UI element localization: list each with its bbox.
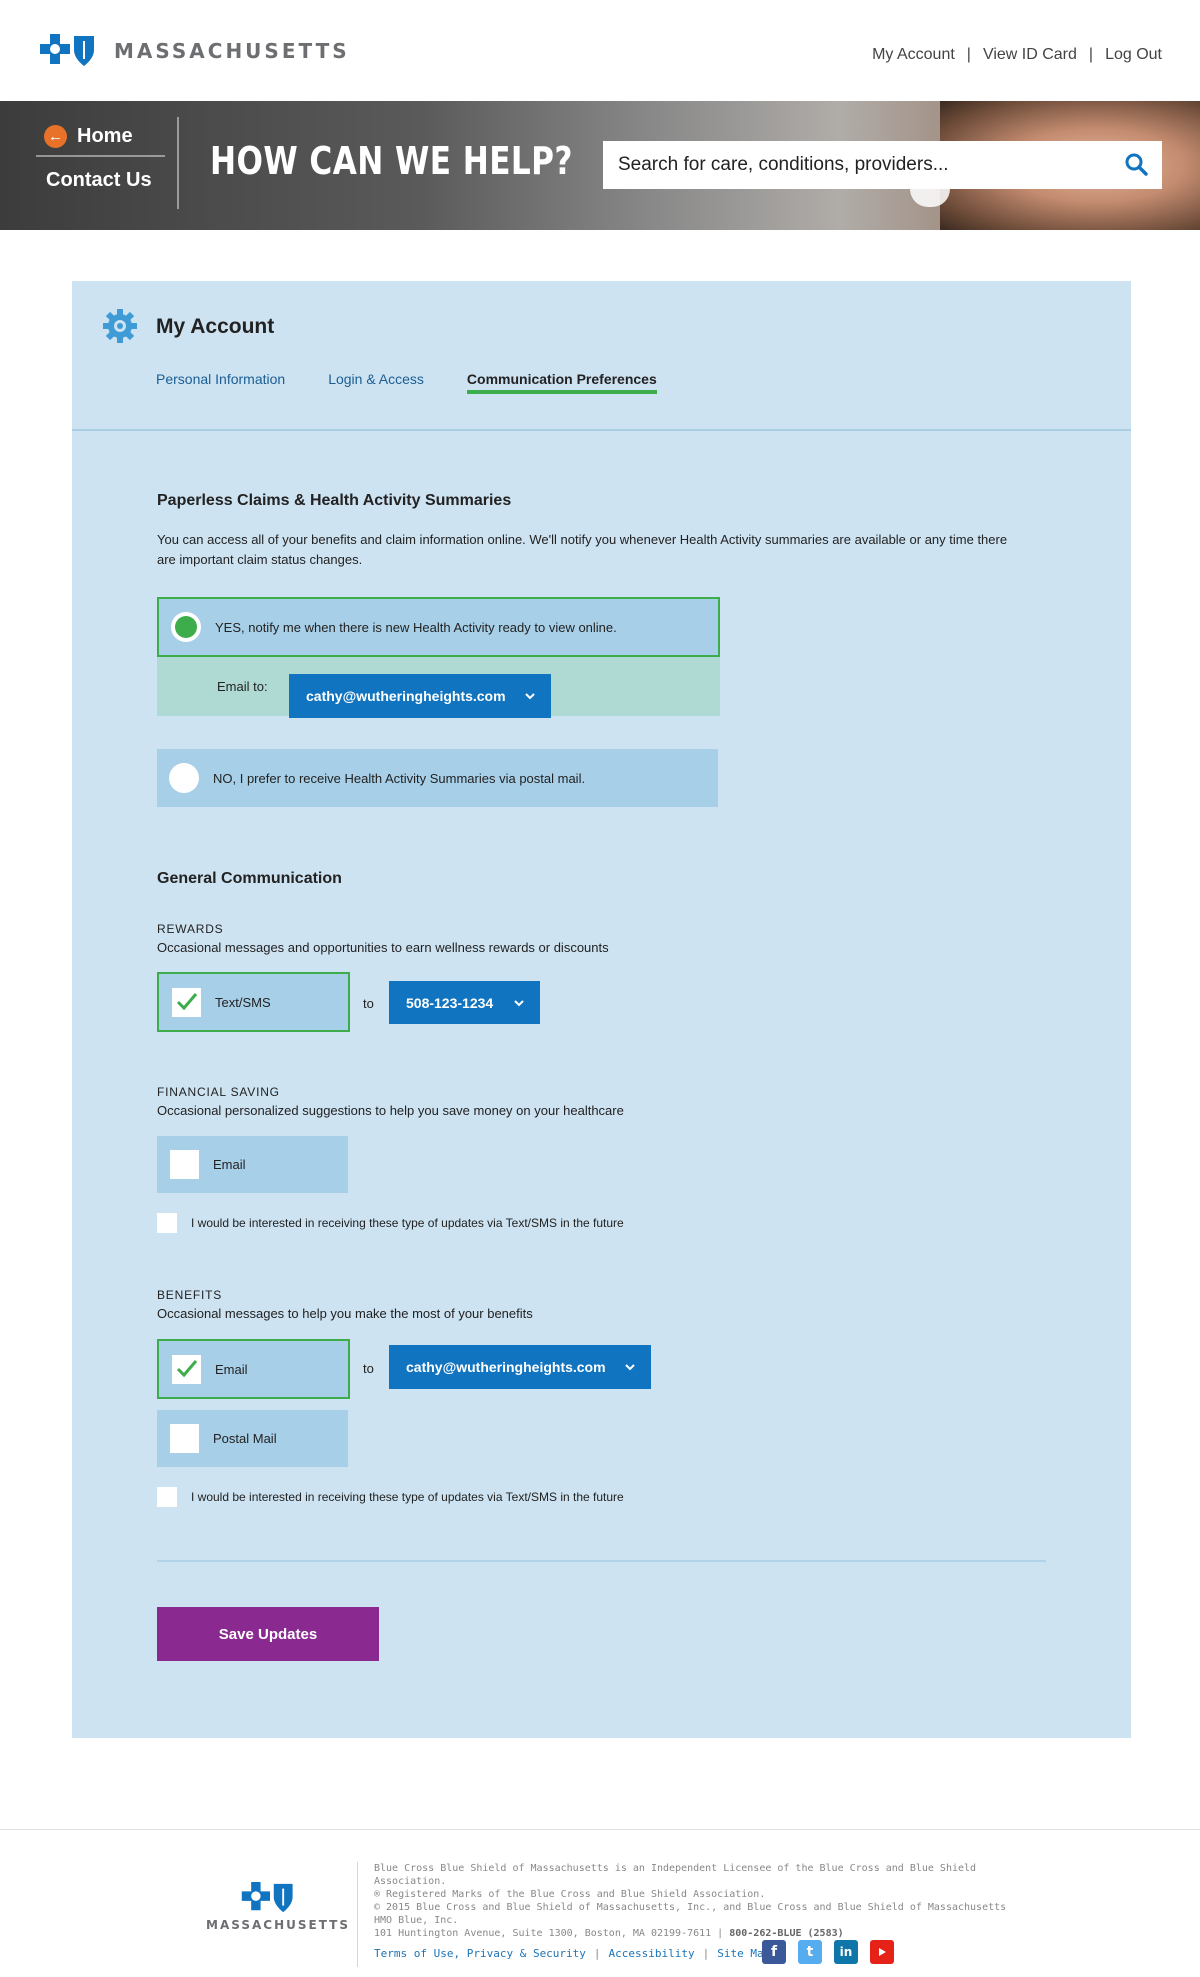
account-header: My Account Personal Information Login & … [72, 281, 1131, 431]
account-tabs: Personal Information Login & Access Comm… [156, 371, 700, 394]
paperless-yes-option[interactable]: YES, notify me when there is new Health … [157, 597, 720, 657]
social-links: f t in [762, 1940, 894, 1964]
chevron-down-icon [525, 693, 535, 700]
paperless-email-value: cathy@wutheringheights.com [306, 688, 506, 704]
footer: MASSACHUSETTS Blue Cross Blue Shield of … [0, 1829, 1200, 1977]
benefits-email-label: Email [215, 1361, 248, 1377]
nav-separator: | [1088, 46, 1094, 63]
nav-separator: | [966, 46, 971, 63]
home-label: Home [77, 124, 133, 147]
legal-line-4: 101 Huntington Avenue, Suite 1300, Bosto… [374, 1927, 1014, 1940]
footer-phone: 800-262-BLUE (2583) [729, 1928, 844, 1939]
account-panel: My Account Personal Information Login & … [72, 281, 1131, 1738]
benefits-email-dropdown[interactable]: cathy@wutheringheights.com [389, 1345, 651, 1389]
rewards-description: Occasional messages and opportunities to… [157, 940, 609, 955]
search-icon[interactable] [1124, 152, 1148, 181]
tab-login-access[interactable]: Login & Access [328, 371, 424, 394]
paperless-yes-label: YES, notify me when there is new Health … [215, 619, 617, 635]
gear-icon [102, 308, 138, 349]
rewards-phone-dropdown[interactable]: 508-123-1234 [389, 981, 540, 1024]
rewards-title: REWARDS [157, 922, 224, 936]
benefits-description: Occasional messages to help you make the… [157, 1306, 533, 1321]
legal-line-1: Blue Cross Blue Shield of Massachusetts … [374, 1863, 977, 1887]
search-input[interactable] [618, 154, 1098, 176]
rewards-sms-option[interactable]: Text/SMS [157, 972, 350, 1032]
legal-line-3: © 2015 Blue Cross and Blue Shield of Mas… [374, 1902, 1007, 1926]
accessibility-link[interactable]: Accessibility [609, 1947, 695, 1960]
bcbs-cross-shield-icon [40, 34, 94, 66]
tab-personal-information[interactable]: Personal Information [156, 371, 285, 394]
radio-selected-dot [175, 616, 197, 638]
footer-links: Terms of Use, Privacy & Security | Accessi… [374, 1947, 770, 1960]
log-out-link[interactable]: Log Out [1105, 46, 1162, 64]
view-id-card-link[interactable]: View ID Card [983, 46, 1077, 64]
financial-sms-interest-label: I would be interested in receiving these… [191, 1216, 624, 1230]
radio-yes[interactable] [171, 612, 201, 642]
checkmark-icon [176, 993, 197, 1011]
home-link[interactable]: ← Home [36, 117, 165, 157]
footer-separator: | [702, 1947, 710, 1960]
top-header: MASSACHUSETTS My Account | View ID Card … [0, 0, 1200, 101]
brand-logo[interactable]: MASSACHUSETTS [40, 34, 350, 68]
youtube-icon[interactable] [870, 1940, 894, 1964]
checkmark-icon [176, 1360, 197, 1378]
benefits-email-value: cathy@wutheringheights.com [406, 1359, 606, 1375]
save-updates-button[interactable]: Save Updates [157, 1607, 379, 1661]
rewards-sms-label: Text/SMS [215, 994, 271, 1010]
legal-address: 101 Huntington Avenue, Suite 1300, Bosto… [374, 1928, 724, 1939]
email-to-label: Email to: [217, 679, 268, 694]
benefits-email-checkbox[interactable] [172, 1354, 201, 1384]
benefits-title: BENEFITS [157, 1288, 223, 1302]
tab-communication-preferences[interactable]: Communication Preferences [466, 371, 657, 394]
paperless-no-option[interactable]: NO, I prefer to receive Health Activity … [157, 749, 718, 807]
hero-banner: ← Home Contact Us HOW CAN WE HELP? [0, 101, 1200, 230]
benefits-sms-interest-checkbox[interactable] [157, 1487, 177, 1507]
benefits-postal-checkbox[interactable] [170, 1424, 199, 1453]
my-account-link[interactable]: My Account [872, 46, 955, 64]
footer-brand: MASSACHUSETTS [206, 1918, 350, 1932]
footer-legal: Blue Cross Blue Shield of Massachusetts … [374, 1862, 1014, 1940]
brand-name: MASSACHUSETTS [114, 39, 350, 63]
benefits-postal-label: Postal Mail [213, 1431, 277, 1446]
footer-divider [357, 1862, 358, 1967]
paperless-description: You can access all of your benefits and … [157, 532, 1008, 567]
contact-us-link[interactable]: Contact Us [36, 169, 177, 192]
financial-email-checkbox[interactable] [170, 1150, 199, 1179]
terms-link[interactable]: Terms of Use, Privacy & Security [374, 1947, 586, 1960]
hero-title: HOW CAN WE HELP? [210, 139, 573, 183]
benefits-postal-option[interactable]: Postal Mail [157, 1410, 348, 1467]
chevron-down-icon [625, 1364, 635, 1371]
hero-nav: ← Home Contact Us [36, 117, 179, 209]
general-heading: General Communication [157, 870, 342, 887]
legal-line-2: ® Registered Marks of the Blue Cross and… [374, 1889, 766, 1900]
search-box [603, 141, 1162, 189]
facebook-icon[interactable]: f [762, 1940, 786, 1964]
section-divider [157, 1560, 1046, 1562]
chevron-down-icon [514, 999, 524, 1006]
radio-no[interactable] [169, 763, 199, 793]
twitter-icon[interactable]: t [798, 1940, 822, 1964]
paperless-email-dropdown[interactable]: cathy@wutheringheights.com [289, 674, 551, 718]
paperless-heading: Paperless Claims & Health Activity Summa… [157, 492, 512, 509]
benefits-sms-interest-row[interactable]: I would be interested in receiving these… [157, 1487, 624, 1507]
benefits-email-option[interactable]: Email [157, 1339, 350, 1399]
financial-title: FINANCIAL SAVING [157, 1085, 280, 1099]
rewards-sms-checkbox[interactable] [172, 987, 201, 1017]
financial-email-option[interactable]: Email [157, 1136, 348, 1193]
rewards-phone-value: 508-123-1234 [406, 994, 494, 1011]
utility-nav: My Account | View ID Card | Log Out [872, 46, 1162, 64]
financial-email-label: Email [213, 1157, 246, 1172]
linkedin-icon[interactable]: in [834, 1940, 858, 1964]
paperless-no-label: NO, I prefer to receive Health Activity … [213, 770, 586, 786]
financial-description: Occasional personalized suggestions to h… [157, 1103, 624, 1118]
back-arrow-icon: ← [44, 124, 67, 148]
to-label: to [363, 1361, 374, 1376]
benefits-sms-interest-label: I would be interested in receiving these… [191, 1490, 624, 1504]
page-title: My Account [156, 315, 275, 338]
footer-separator: | [593, 1947, 601, 1960]
to-label: to [363, 996, 374, 1011]
financial-sms-interest-row[interactable]: I would be interested in receiving these… [157, 1213, 624, 1233]
financial-sms-interest-checkbox[interactable] [157, 1213, 177, 1233]
bcbs-cross-shield-icon [241, 1882, 293, 1913]
